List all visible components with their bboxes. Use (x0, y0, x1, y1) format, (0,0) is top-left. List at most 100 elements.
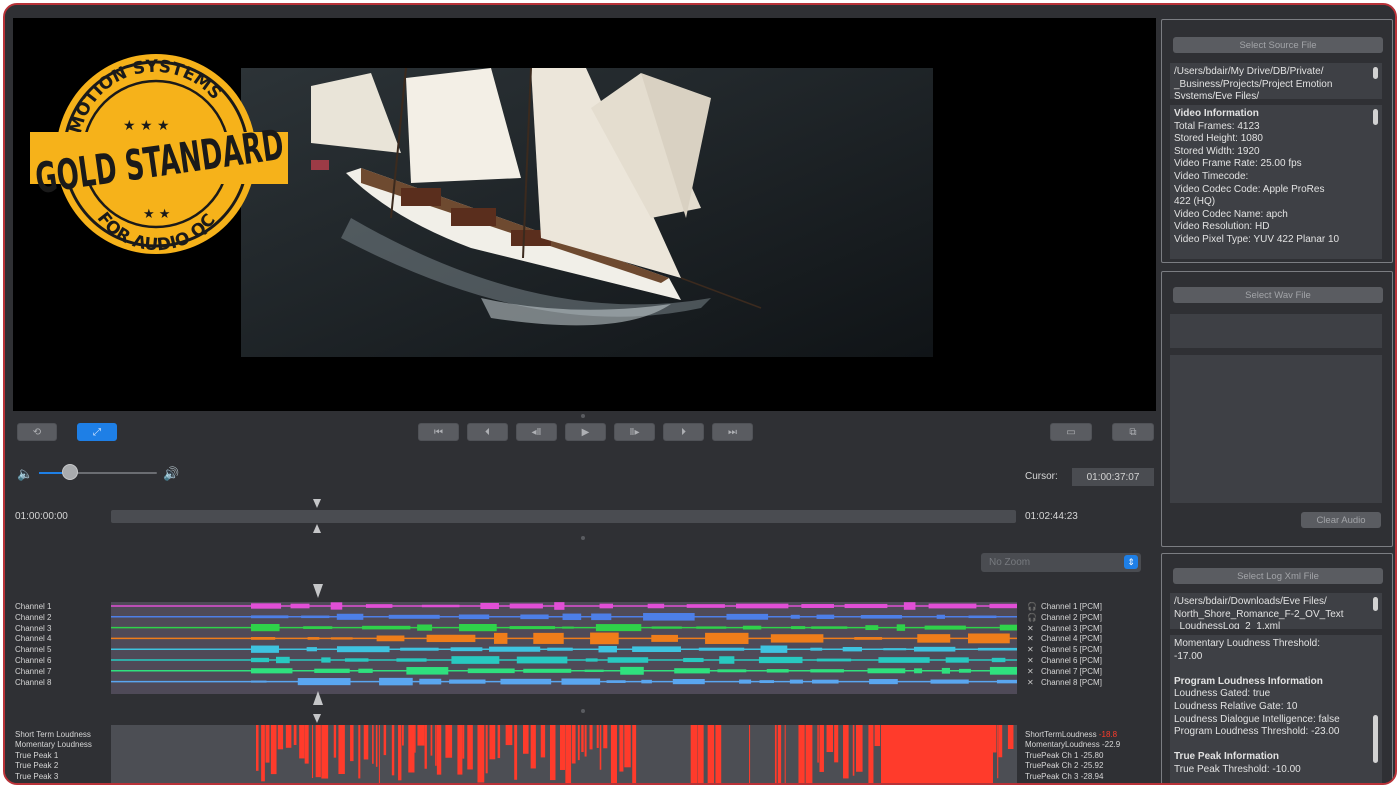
loudness-bar (749, 725, 751, 783)
timeline-scrubber[interactable] (111, 510, 1016, 523)
loudness-bar (350, 725, 354, 762)
channel-label: Channel 2 (15, 612, 52, 622)
play-button[interactable]: ▶ (565, 423, 606, 441)
loudness-graph[interactable] (111, 725, 1017, 783)
waveform-segment (790, 614, 800, 619)
volume-high-icon[interactable]: 🔊 (163, 466, 179, 482)
skip-to-start-button[interactable]: ⏮ (418, 423, 459, 441)
muted-icon[interactable]: ✕ (1027, 656, 1041, 667)
waveform-segment (554, 602, 565, 610)
gold-standard-badge-logo: EMOTION SYSTEMS FOR AUDIO QC GOLD STANDA… (30, 54, 288, 255)
waveform-segment (276, 656, 290, 664)
muted-icon[interactable]: ✕ (1027, 624, 1041, 635)
waveform-segment (400, 647, 439, 651)
waveform-segment (494, 632, 508, 644)
log-path-scrollbar[interactable] (1373, 597, 1378, 611)
waveform-segment (336, 613, 364, 620)
muted-icon[interactable]: ✕ (1027, 678, 1041, 689)
select-wav-file-button[interactable]: Select Wav File (1173, 287, 1383, 303)
waveform-segment (674, 668, 710, 674)
video-viewer[interactable]: EMOTION SYSTEMS FOR AUDIO QC GOLD STANDA… (13, 18, 1156, 411)
waveform-svg (111, 602, 1041, 686)
loudness-playhead[interactable] (313, 714, 321, 723)
waveform-segment (913, 646, 956, 652)
loop-button[interactable]: ⟲ (17, 423, 57, 441)
clear-audio-button[interactable]: Clear Audio (1301, 512, 1381, 528)
waveform-segment (467, 668, 515, 674)
waveform-display[interactable] (111, 602, 1041, 694)
waveform-segment (419, 678, 442, 685)
loudness-readout: ShortTermLoudness -18.8 (1025, 730, 1117, 741)
previous-marker-button[interactable]: ⏴ (467, 423, 508, 441)
waveform-playhead-bottom[interactable] (313, 691, 323, 705)
timeline-playhead-bottom[interactable] (313, 524, 321, 533)
waveform-segment (290, 603, 310, 609)
channel-routing-item[interactable]: ✕ Channel 4 [PCM] (1027, 634, 1102, 645)
skip-to-end-button[interactable]: ⏭ (712, 423, 753, 441)
muted-icon[interactable]: ✕ (1027, 667, 1041, 678)
waveform-segment (584, 669, 604, 672)
log-info-line: True Peak Threshold: -10.00 (1174, 763, 1301, 775)
wav-file-info (1170, 355, 1382, 503)
path-line: _Business/Projects/Project Emotion (1174, 78, 1333, 90)
zoom-select[interactable]: No Zoom ⇕ (981, 553, 1141, 572)
loudness-bar (311, 725, 314, 779)
loudness-label: True Peak 3 (15, 771, 59, 781)
channel-routing-item[interactable]: ✕ Channel 3 [PCM] (1027, 624, 1102, 635)
source-path-scrollbar[interactable] (1373, 67, 1378, 79)
log-section-title: Program Loudness Information (1174, 675, 1323, 687)
waveform-segment (643, 613, 695, 621)
waveform-segment (989, 603, 1025, 609)
waveform-playhead-top[interactable] (313, 584, 323, 598)
loudness-bar (798, 725, 805, 783)
skip-to-start-icon: ⏮ (434, 426, 443, 438)
snapshot-button[interactable]: ⧉ (1112, 423, 1154, 441)
waveform-segment (967, 633, 1010, 644)
waveform-segment (301, 615, 330, 619)
waveform-segment (854, 637, 883, 640)
waveform-segment (842, 646, 862, 652)
muted-icon[interactable]: ✕ (1027, 645, 1041, 656)
aspect-ratio-button[interactable]: ▭ (1050, 423, 1092, 441)
waveform-segment (426, 634, 476, 643)
channel-routing-item[interactable]: 🎧 Channel 1 [PCM] (1027, 602, 1102, 613)
log-info-scrollbar[interactable] (1373, 715, 1378, 763)
loudness-bar (619, 725, 624, 772)
volume-low-icon[interactable]: 🔈 (17, 466, 33, 482)
loudness-bar (559, 725, 566, 770)
waveform-segment (330, 602, 343, 610)
split-handle-3[interactable] (581, 709, 585, 713)
timeline-playhead-top[interactable] (313, 499, 321, 508)
loudness-bar (581, 725, 584, 752)
split-handle-2[interactable] (581, 536, 585, 540)
video-info-scrollbar[interactable] (1373, 109, 1378, 125)
step-forward-button[interactable]: Ⅱ▸ (614, 423, 655, 441)
volume-slider-knob[interactable] (62, 464, 78, 480)
loudness-bar (697, 725, 704, 783)
channel-routing-item[interactable]: ✕ Channel 7 [PCM] (1027, 667, 1102, 678)
fullscreen-button[interactable]: ⤢ (77, 423, 117, 441)
loudness-bar (505, 725, 513, 746)
waveform-segment (620, 666, 644, 675)
channel-routing-item[interactable]: ✕ Channel 8 [PCM] (1027, 678, 1102, 689)
loudness-bar (603, 725, 608, 749)
channel-routing-item[interactable]: 🎧 Channel 2 [PCM] (1027, 613, 1102, 624)
step-back-button[interactable]: ◂Ⅱ (516, 423, 557, 441)
cursor-timecode-field[interactable]: 01:00:37:07 (1072, 468, 1154, 486)
split-handle[interactable] (581, 414, 585, 418)
waveform-segment (251, 603, 282, 609)
select-source-file-button[interactable]: Select Source File (1173, 37, 1383, 53)
waveform-segment (396, 658, 427, 662)
headphones-icon[interactable]: 🎧 (1027, 602, 1041, 613)
muted-icon[interactable]: ✕ (1027, 634, 1041, 645)
next-marker-button[interactable]: ⏵ (663, 423, 704, 441)
select-log-xml-file-button[interactable]: Select Log Xml File (1173, 568, 1383, 584)
channel-routing-item[interactable]: ✕ Channel 5 [PCM] (1027, 645, 1102, 656)
loudness-bar (363, 725, 369, 760)
headphones-icon[interactable]: 🎧 (1027, 613, 1041, 624)
waveform-segment (489, 646, 541, 652)
channel-routing-label: Channel 6 [PCM] (1041, 656, 1102, 665)
channel-routing-item[interactable]: ✕ Channel 6 [PCM] (1027, 656, 1102, 667)
waveform-segment (991, 657, 1006, 663)
waveform-segment (516, 656, 568, 664)
